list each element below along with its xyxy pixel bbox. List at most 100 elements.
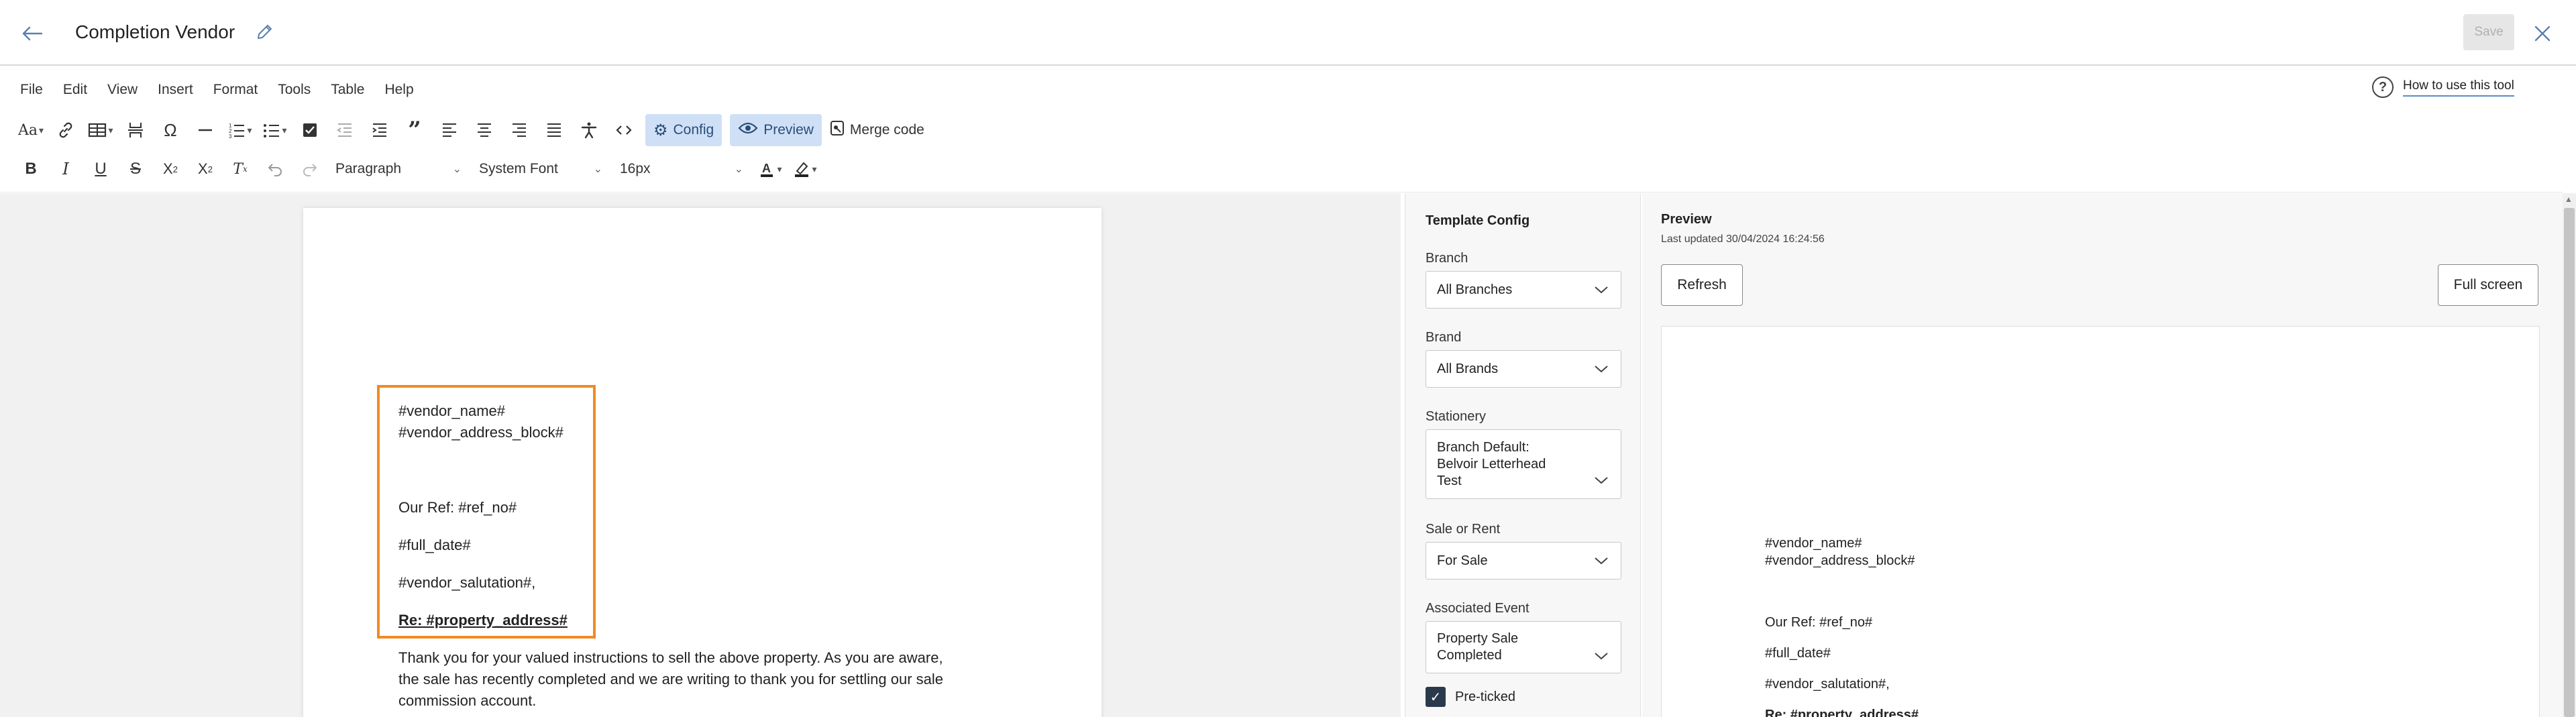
superscript-icon[interactable]: X2 — [157, 153, 184, 185]
doc-body-line-3: commission account. — [398, 692, 537, 709]
scrollbar-thumb[interactable] — [2564, 208, 2575, 717]
strikethrough-icon[interactable]: S — [122, 153, 149, 185]
full-screen-button[interactable]: Full screen — [2438, 264, 2538, 306]
special-character-icon[interactable]: Ω — [157, 114, 184, 146]
sale-rent-label: Sale or Rent — [1426, 522, 1501, 537]
block-format-value: Paragraph — [335, 161, 402, 176]
preview-salutation: #vendor_salutation#, — [1765, 677, 1890, 692]
brand-label: Brand — [1426, 330, 1462, 345]
merge-code-button[interactable]: Merge code — [830, 114, 924, 146]
back-arrow-icon[interactable] — [17, 19, 47, 48]
stationery-value: Branch Default: Belvoir Letterhead Test — [1437, 439, 1546, 490]
template-config-title: Template Config — [1426, 213, 1530, 228]
associated-event-select[interactable]: Property Sale Completed — [1426, 621, 1621, 673]
page-break-icon[interactable] — [122, 114, 149, 146]
preview-document: #vendor_name# #vendor_address_block# Our… — [1661, 326, 2540, 717]
stationery-value-line-3: Test — [1437, 473, 1462, 488]
scroll-up-arrow-icon[interactable]: ▲ — [2565, 195, 2573, 204]
associated-event-label: Associated Event — [1426, 601, 1529, 616]
font-family-select[interactable]: System Font ⌄ — [475, 155, 606, 183]
indent-icon[interactable] — [366, 114, 393, 146]
preview-button-label: Preview — [763, 122, 814, 137]
outdent-icon[interactable] — [331, 114, 358, 146]
horizontal-line-icon[interactable] — [192, 114, 219, 146]
svg-text:A: A — [762, 162, 771, 175]
menu-tools[interactable]: Tools — [278, 82, 311, 98]
config-button-label: Config — [673, 122, 714, 137]
app-header: Completion Vendor Save — [0, 0, 2576, 66]
blockquote-icon[interactable]: ” — [401, 114, 428, 146]
numbered-list-icon[interactable]: 1 2 3 ▾ — [227, 114, 254, 146]
brand-value: All Brands — [1437, 361, 1499, 376]
redo-icon[interactable] — [297, 153, 323, 185]
chevron-down-icon — [1593, 472, 1610, 489]
menu-edit[interactable]: Edit — [63, 82, 87, 98]
underline-icon[interactable]: U — [87, 153, 114, 185]
editor-canvas: #vendor_name# #vendor_address_block# Our… — [0, 193, 1401, 717]
gear-icon: ⚙ — [653, 121, 668, 140]
close-icon[interactable] — [2528, 19, 2557, 48]
align-justify-icon[interactable] — [541, 114, 568, 146]
help-link[interactable]: ? How to use this tool — [2372, 76, 2514, 98]
formatting-toolbar-1: Aa ▾ ▾ Ω 1 2 3 ▾ ▾ ” ⚙ Config Preview Me… — [0, 111, 932, 149]
accessibility-icon[interactable] — [576, 114, 602, 146]
pencil-icon[interactable] — [252, 20, 276, 44]
brand-select[interactable]: All Brands — [1426, 350, 1621, 388]
checklist-icon[interactable] — [297, 114, 323, 146]
event-value-line-2: Completed — [1437, 648, 1502, 663]
undo-icon[interactable] — [262, 153, 288, 185]
chevron-down-icon: ⌄ — [452, 164, 462, 175]
preview-button[interactable]: Preview — [730, 114, 822, 146]
align-right-icon[interactable] — [506, 114, 533, 146]
doc-re-line: Re: #property_address# — [398, 612, 568, 628]
menu-table[interactable]: Table — [331, 82, 364, 98]
menu-file[interactable]: File — [20, 82, 43, 98]
doc-body-line-1: Thank you for your valued instructions t… — [398, 649, 943, 666]
branch-value: All Branches — [1437, 282, 1513, 297]
font-size-value: 16px — [620, 161, 651, 176]
eye-icon — [738, 121, 758, 139]
svg-text:3: 3 — [229, 133, 232, 139]
document-page[interactable]: #vendor_name# #vendor_address_block# Our… — [303, 208, 1102, 717]
pre-ticked-checkbox-row[interactable]: ✓ Pre-ticked — [1426, 687, 1515, 707]
block-format-select[interactable]: Paragraph ⌄ — [331, 155, 466, 183]
menu-format[interactable]: Format — [213, 82, 258, 98]
preview-vendor-name: #vendor_name# — [1765, 536, 1862, 551]
italic-icon[interactable]: I — [52, 153, 79, 185]
clear-formatting-icon[interactable]: Tx — [227, 153, 254, 185]
font-size-select[interactable]: 16px ⌄ — [616, 155, 747, 183]
formatting-toolbar-2: B I U S X2 X2 Tx Paragraph ⌄ System Font… — [0, 150, 826, 188]
table-icon[interactable]: ▾ — [87, 114, 114, 146]
branch-label: Branch — [1426, 251, 1468, 266]
align-left-icon[interactable] — [436, 114, 463, 146]
config-button[interactable]: ⚙ Config — [645, 114, 722, 146]
bold-icon[interactable]: B — [17, 153, 44, 185]
doc-our-ref: Our Ref: #ref_no# — [398, 499, 517, 516]
stationery-select[interactable]: Branch Default: Belvoir Letterhead Test — [1426, 429, 1621, 499]
branch-select[interactable]: All Branches — [1426, 271, 1621, 309]
event-value-line-1: Property Sale — [1437, 631, 1519, 646]
link-icon[interactable] — [52, 114, 79, 146]
menu-help[interactable]: Help — [384, 82, 413, 98]
text-styles-icon[interactable]: Aa ▾ — [17, 114, 44, 146]
doc-vendor-name: #vendor_name# — [398, 402, 506, 419]
sale-rent-select[interactable]: For Sale — [1426, 542, 1621, 580]
stationery-label: Stationery — [1426, 409, 1487, 424]
preview-vendor-address: #vendor_address_block# — [1765, 553, 1915, 568]
chevron-down-icon — [1593, 647, 1610, 665]
bullet-list-icon[interactable]: ▾ — [262, 114, 288, 146]
doc-salutation: #vendor_salutation#, — [398, 574, 536, 591]
pre-ticked-checkbox[interactable]: ✓ — [1426, 687, 1446, 707]
source-code-icon[interactable] — [610, 114, 637, 146]
menu-insert[interactable]: Insert — [158, 82, 193, 98]
highlight-color-icon[interactable]: ▾ — [792, 153, 818, 185]
align-center-icon[interactable] — [471, 114, 498, 146]
refresh-button[interactable]: Refresh — [1661, 264, 1743, 306]
chevron-down-icon — [1593, 360, 1610, 378]
help-link-label: How to use this tool — [2403, 78, 2514, 97]
chevron-down-icon — [1593, 552, 1610, 569]
save-button[interactable]: Save — [2463, 14, 2514, 50]
menu-view[interactable]: View — [107, 82, 138, 98]
text-color-icon[interactable]: A ▾ — [757, 153, 784, 185]
subscript-icon[interactable]: X2 — [192, 153, 219, 185]
